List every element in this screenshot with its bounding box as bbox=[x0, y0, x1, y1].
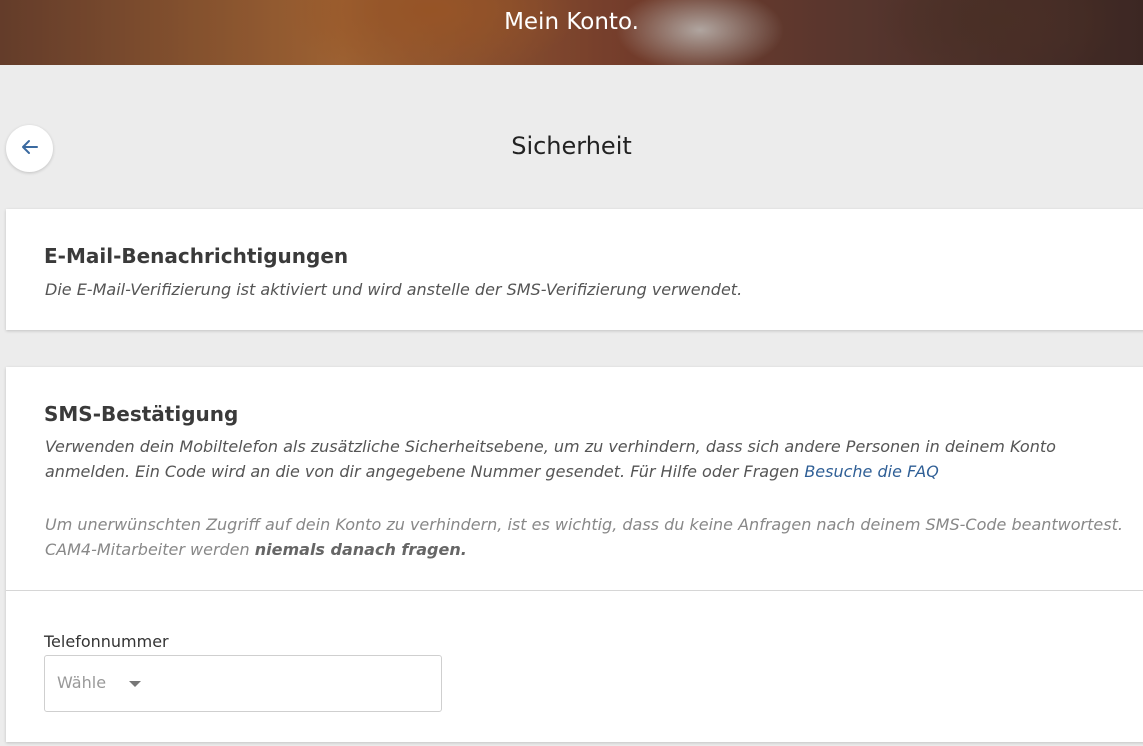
sms-verification-card: SMS-Bestätigung Verwenden dein Mobiltele… bbox=[6, 367, 1143, 742]
faq-link[interactable]: Besuche die FAQ bbox=[804, 462, 939, 481]
sms-section-description: Verwenden dein Mobiltelefon als zusätzli… bbox=[45, 434, 1105, 484]
email-section-heading: E-Mail-Benachrichtigungen bbox=[44, 244, 349, 268]
sms-warning: Um unerwünschten Zugriff auf dein Konto … bbox=[45, 512, 1125, 562]
header-title: Mein Konto. bbox=[504, 9, 639, 35]
email-section-description: Die E-Mail-Verifizierung ist aktiviert u… bbox=[45, 280, 743, 299]
phone-select-value: Wähle bbox=[57, 673, 107, 692]
page-title: Sicherheit bbox=[511, 132, 632, 160]
header-banner: Mein Konto. bbox=[0, 0, 1143, 65]
phone-number-label: Telefonnummer bbox=[44, 632, 169, 651]
sms-warning-emphasis: niemals danach fragen. bbox=[254, 540, 467, 559]
sms-warning-text: Um unerwünschten Zugriff auf dein Konto … bbox=[45, 515, 1123, 559]
phone-number-select[interactable]: Wähle bbox=[44, 655, 442, 712]
sms-section-heading: SMS-Bestätigung bbox=[44, 402, 239, 426]
chevron-down-icon bbox=[129, 681, 141, 687]
email-notifications-card: E-Mail-Benachrichtigungen Die E-Mail-Ver… bbox=[6, 209, 1143, 330]
section-divider bbox=[6, 590, 1143, 591]
